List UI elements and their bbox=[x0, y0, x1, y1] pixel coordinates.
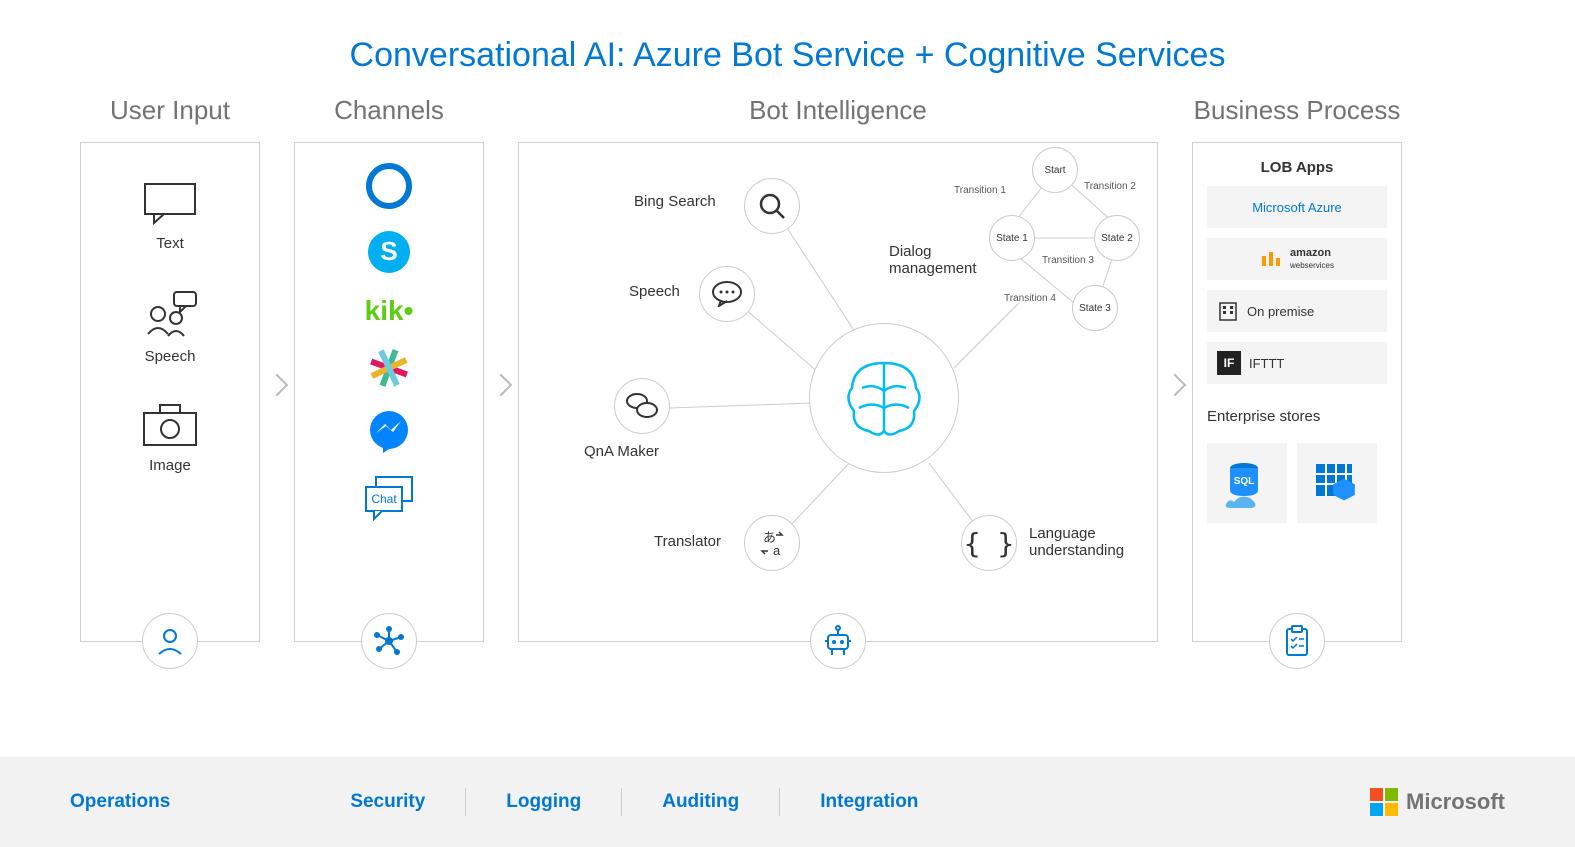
chevron-right-icon bbox=[490, 374, 513, 397]
microsoft-logo: Microsoft bbox=[1370, 788, 1505, 816]
service-label: Speech bbox=[629, 283, 680, 300]
footer-link-integration: Integration bbox=[820, 791, 918, 813]
diagram-columns: User Input Text Speech Image bbox=[0, 75, 1575, 675]
lob-item-onprem: On premise bbox=[1207, 290, 1387, 332]
arrow bbox=[484, 95, 518, 675]
skype-icon: S bbox=[366, 229, 412, 275]
dialog-node-start: Start bbox=[1032, 147, 1078, 193]
lob-item-azure: Microsoft Azure bbox=[1207, 186, 1387, 228]
robot-icon bbox=[810, 613, 866, 669]
calendar-db-icon bbox=[1297, 443, 1377, 523]
lob-label: amazonwebservices bbox=[1290, 247, 1334, 271]
transition-label: Transition 3 bbox=[1042, 255, 1094, 266]
enterprise-stores-title: Enterprise stores bbox=[1207, 408, 1387, 425]
chat-bubble-icon bbox=[144, 183, 196, 225]
business-process-box: LOB Apps Microsoft Azure amazonwebservic… bbox=[1192, 142, 1402, 642]
svg-text:a: a bbox=[773, 543, 781, 557]
chevron-right-icon bbox=[266, 374, 289, 397]
qna-icon bbox=[614, 378, 670, 434]
channels-column: Channels S kik• Chat bbox=[294, 95, 484, 675]
search-icon bbox=[744, 178, 800, 234]
user-input-item-image: Image bbox=[142, 403, 198, 474]
user-input-label: Image bbox=[149, 457, 191, 474]
dialog-node-state2: State 2 bbox=[1094, 215, 1140, 261]
divider bbox=[621, 788, 622, 816]
lob-item-aws: amazonwebservices bbox=[1207, 238, 1387, 280]
webchat-icon: Chat bbox=[362, 475, 416, 521]
divider bbox=[465, 788, 466, 816]
svg-text:Chat: Chat bbox=[371, 492, 397, 506]
bot-intelligence-header: Bot Intelligence bbox=[518, 95, 1158, 126]
slack-icon bbox=[368, 347, 410, 389]
chevron-right-icon bbox=[1164, 374, 1187, 397]
user-input-label: Text bbox=[156, 235, 184, 252]
business-process-header: Business Process bbox=[1192, 95, 1402, 126]
microsoft-logo-icon bbox=[1370, 788, 1398, 816]
translator-icon: あa bbox=[744, 515, 800, 571]
footer-link-operations: Operations bbox=[70, 791, 170, 813]
user-input-header: User Input bbox=[80, 95, 260, 126]
svg-text:SQL: SQL bbox=[1234, 476, 1255, 487]
camera-icon bbox=[142, 403, 198, 447]
service-label: Language understanding bbox=[1029, 525, 1149, 559]
brain-icon bbox=[809, 323, 959, 473]
divider bbox=[779, 788, 780, 816]
cortana-icon bbox=[366, 163, 412, 209]
dialog-node-state1: State 1 bbox=[989, 215, 1035, 261]
transition-label: Transition 2 bbox=[1084, 181, 1136, 192]
arrow bbox=[260, 95, 294, 675]
page-title: Conversational AI: Azure Bot Service + C… bbox=[0, 0, 1575, 75]
channels-header: Channels bbox=[294, 95, 484, 126]
user-input-item-speech: Speech bbox=[140, 290, 200, 365]
footer: Operations Security Logging Auditing Int… bbox=[0, 757, 1575, 847]
bot-intelligence-box: Bing Search Speech QnA Maker あa Translat… bbox=[518, 142, 1158, 642]
user-input-label: Speech bbox=[145, 348, 196, 365]
lob-apps-title: LOB Apps bbox=[1207, 159, 1387, 176]
sql-cloud-icon: SQL bbox=[1207, 443, 1287, 523]
footer-link-logging: Logging bbox=[506, 791, 581, 813]
user-input-column: User Input Text Speech Image bbox=[80, 95, 260, 675]
messenger-icon bbox=[366, 409, 412, 455]
speech-dots-icon bbox=[699, 266, 755, 322]
user-input-item-text: Text bbox=[144, 183, 196, 252]
building-icon bbox=[1217, 300, 1239, 322]
transition-label: Transition 4 bbox=[1004, 293, 1056, 304]
user-icon bbox=[142, 613, 198, 669]
service-label: Translator bbox=[654, 533, 721, 550]
people-speech-icon bbox=[140, 290, 200, 338]
footer-link-security: Security bbox=[350, 791, 425, 813]
bot-intelligence-column: Bot Intelligence B bbox=[518, 95, 1158, 675]
transition-label: Transition 1 bbox=[954, 185, 1006, 196]
dialog-graph: Start State 1 State 2 State 3 Transition… bbox=[944, 143, 1154, 343]
service-label: QnA Maker bbox=[584, 443, 659, 460]
arrow bbox=[1158, 95, 1192, 675]
dialog-node-state3: State 3 bbox=[1072, 285, 1118, 331]
lob-label: Microsoft Azure bbox=[1217, 200, 1377, 215]
channels-box: S kik• Chat bbox=[294, 142, 484, 642]
service-label: Bing Search bbox=[634, 193, 716, 210]
kik-icon: kik• bbox=[365, 295, 414, 327]
footer-link-auditing: Auditing bbox=[662, 791, 739, 813]
braces-icon: { } bbox=[961, 515, 1017, 571]
hub-icon bbox=[361, 613, 417, 669]
lob-label: IFTTT bbox=[1249, 356, 1284, 371]
lob-label: On premise bbox=[1247, 304, 1314, 319]
svg-text:S: S bbox=[380, 236, 397, 266]
ifttt-icon: IF bbox=[1217, 351, 1241, 375]
microsoft-wordmark: Microsoft bbox=[1406, 789, 1505, 815]
user-input-box: Text Speech Image bbox=[80, 142, 260, 642]
clipboard-icon bbox=[1269, 613, 1325, 669]
lob-item-ifttt: IF IFTTT bbox=[1207, 342, 1387, 384]
business-process-column: Business Process LOB Apps Microsoft Azur… bbox=[1192, 95, 1402, 675]
aws-icon bbox=[1260, 250, 1282, 268]
